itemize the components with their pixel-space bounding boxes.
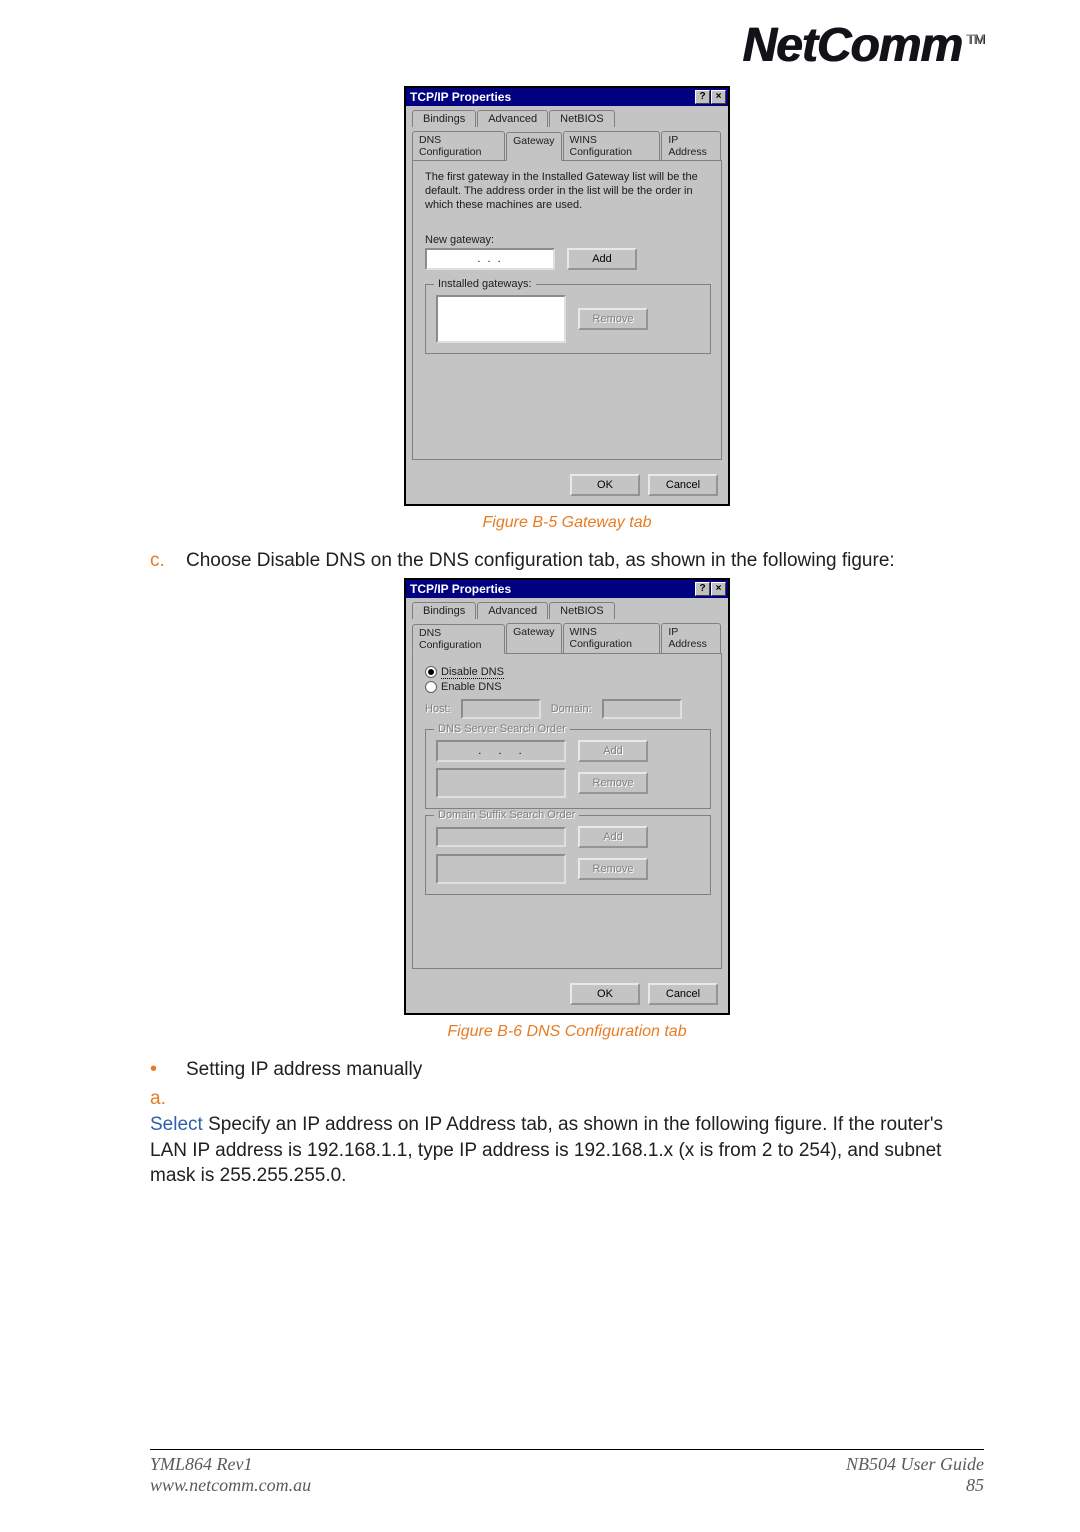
suffix-add-button[interactable]: Add	[578, 826, 648, 848]
tab-netbios[interactable]: NetBIOS	[549, 602, 614, 619]
host-input[interactable]	[461, 699, 541, 719]
tab-body-dns: Disable DNS Enable DNS Host: Domain: DNS…	[412, 653, 722, 969]
footer-page-number: 85	[846, 1475, 984, 1496]
radio-dot-icon	[425, 666, 437, 678]
title-bar: TCP/IP Properties ? ×	[406, 580, 728, 598]
brand-name: NetComm	[742, 19, 962, 72]
footer-url: www.netcomm.com.au	[150, 1475, 311, 1496]
footer-right: NB504 User Guide 85	[846, 1454, 984, 1496]
dns-server-order-legend: DNS Server Search Order	[434, 723, 570, 735]
tcpip-properties-dialog-dns: TCP/IP Properties ? × Bindings Advanced …	[404, 578, 730, 1015]
brand-tm: TM	[966, 31, 984, 47]
step-a-paragraph: Select Specify an IP address on IP Addre…	[150, 1112, 984, 1189]
step-a-body: Specify an IP address on IP Address tab,…	[150, 1114, 943, 1186]
cancel-button[interactable]: Cancel	[648, 474, 718, 496]
radio-enable-dns-label: Enable DNS	[441, 681, 502, 693]
suffix-remove-button[interactable]: Remove	[578, 858, 648, 880]
tab-row-bottom: DNS Configuration Gateway WINS Configura…	[406, 127, 728, 160]
step-c: c. Choose Disable DNS on the DNS configu…	[150, 548, 984, 574]
dns-server-list[interactable]	[436, 768, 566, 798]
figure-caption-b5: Figure B-5 Gateway tab	[150, 514, 984, 532]
bullet-manual-ip: • Setting IP address manually	[150, 1057, 984, 1083]
step-c-text: Choose Disable DNS on the DNS configurat…	[186, 548, 984, 574]
tab-dns-configuration[interactable]: DNS Configuration	[412, 624, 505, 654]
title-bar: TCP/IP Properties ? ×	[406, 88, 728, 106]
brand-logo: NetCommTM	[742, 18, 984, 73]
installed-gateways-list[interactable]	[436, 295, 566, 343]
tab-advanced[interactable]: Advanced	[477, 110, 548, 127]
help-icon[interactable]: ?	[695, 582, 710, 596]
domain-label: Domain:	[551, 703, 592, 715]
domain-input[interactable]	[602, 699, 682, 719]
cancel-button[interactable]: Cancel	[648, 983, 718, 1005]
new-gateway-label: New gateway:	[425, 234, 711, 246]
tab-bindings[interactable]: Bindings	[412, 602, 476, 619]
ok-button[interactable]: OK	[570, 474, 640, 496]
domain-suffix-legend: Domain Suffix Search Order	[434, 809, 579, 821]
radio-disable-dns-label: Disable DNS	[441, 666, 504, 679]
page-footer: YML864 Rev1 www.netcomm.com.au NB504 Use…	[150, 1449, 984, 1496]
radio-disable-dns[interactable]: Disable DNS	[425, 666, 711, 679]
tab-bindings[interactable]: Bindings	[412, 110, 476, 127]
dialog-title: TCP/IP Properties	[410, 582, 694, 596]
close-icon[interactable]: ×	[711, 582, 726, 596]
step-c-marker: c.	[150, 548, 186, 574]
bullet-text: Setting IP address manually	[186, 1057, 984, 1083]
dns-add-button[interactable]: Add	[578, 740, 648, 762]
tab-ip-address[interactable]: IP Address	[661, 131, 721, 160]
tab-netbios[interactable]: NetBIOS	[549, 110, 614, 127]
dns-server-input[interactable]: . . .	[436, 740, 566, 762]
footer-left: YML864 Rev1 www.netcomm.com.au	[150, 1454, 311, 1496]
gateway-info-text: The first gateway in the Installed Gatew…	[425, 171, 711, 212]
footer-guide: NB504 User Guide	[846, 1454, 984, 1475]
footer-rev: YML864 Rev1	[150, 1454, 311, 1475]
help-icon[interactable]: ?	[695, 90, 710, 104]
tab-row-bottom: DNS Configuration Gateway WINS Configura…	[406, 619, 728, 653]
tcpip-properties-dialog-gateway: TCP/IP Properties ? × Bindings Advanced …	[404, 86, 730, 506]
close-icon[interactable]: ×	[711, 90, 726, 104]
tab-advanced[interactable]: Advanced	[477, 602, 548, 619]
tab-body-gateway: The first gateway in the Installed Gatew…	[412, 160, 722, 460]
select-link-text: Select	[150, 1114, 203, 1135]
tab-ip-address[interactable]: IP Address	[661, 623, 721, 653]
tab-dns-configuration[interactable]: DNS Configuration	[412, 131, 505, 160]
radio-dot-icon	[425, 681, 437, 693]
bullet-icon: •	[150, 1057, 186, 1083]
tab-gateway[interactable]: Gateway	[506, 623, 561, 653]
domain-suffix-input[interactable]	[436, 827, 566, 847]
step-a: a.	[150, 1086, 984, 1112]
host-label: Host:	[425, 703, 451, 715]
step-a-marker: a.	[150, 1088, 166, 1109]
dns-remove-button[interactable]: Remove	[578, 772, 648, 794]
dialog-title: TCP/IP Properties	[410, 90, 694, 104]
tab-gateway[interactable]: Gateway	[506, 132, 561, 161]
page-content: TCP/IP Properties ? × Bindings Advanced …	[150, 86, 984, 1189]
dialog-footer: OK Cancel	[406, 466, 728, 504]
installed-gateways-label: Installed gateways:	[434, 278, 536, 290]
tab-wins-configuration[interactable]: WINS Configuration	[563, 623, 661, 653]
dialog-footer: OK Cancel	[406, 975, 728, 1013]
radio-enable-dns[interactable]: Enable DNS	[425, 681, 711, 693]
tab-row-top: Bindings Advanced NetBIOS	[406, 598, 728, 619]
remove-button[interactable]: Remove	[578, 308, 648, 330]
domain-suffix-list[interactable]	[436, 854, 566, 884]
new-gateway-input[interactable]: . . .	[425, 248, 555, 270]
figure-caption-b6: Figure B-6 DNS Configuration tab	[150, 1023, 984, 1041]
tab-row-top: Bindings Advanced NetBIOS	[406, 106, 728, 127]
tab-wins-configuration[interactable]: WINS Configuration	[563, 131, 661, 160]
add-button[interactable]: Add	[567, 248, 637, 270]
ok-button[interactable]: OK	[570, 983, 640, 1005]
